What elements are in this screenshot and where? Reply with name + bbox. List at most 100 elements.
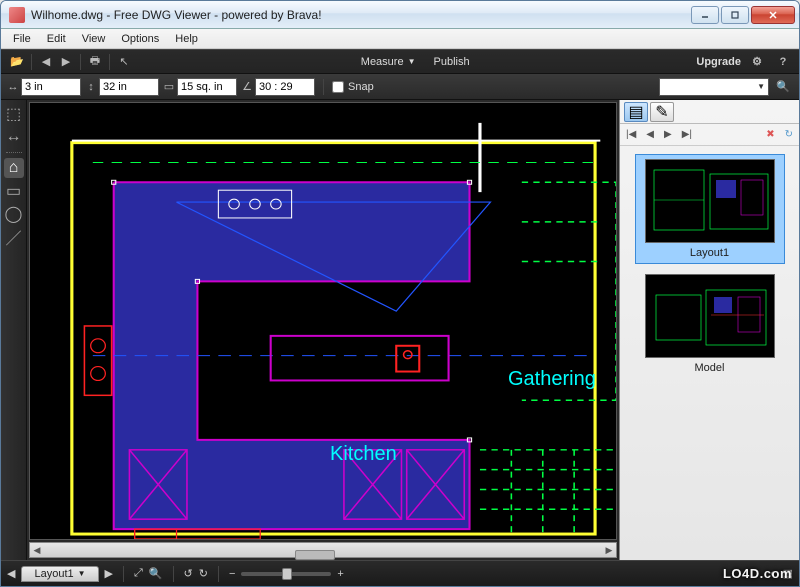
layout-next-icon[interactable]: ▶ <box>105 567 113 580</box>
app-icon <box>9 7 25 23</box>
zoom-slider-knob[interactable] <box>282 568 292 580</box>
nav-delete-icon[interactable]: ✖ <box>766 129 774 140</box>
tool-select-icon[interactable]: ⬚ <box>4 104 24 124</box>
height-field: ↕ <box>85 78 159 96</box>
canvas-wrap: Kitchen Gathering ◀ ▶ <box>27 100 619 560</box>
rotate-ccw-icon[interactable]: ↺ <box>184 567 193 580</box>
maximize-button[interactable] <box>721 6 749 24</box>
upgrade-link[interactable]: Upgrade <box>696 56 741 68</box>
zoom-window-icon[interactable]: 🔍 <box>149 567 163 580</box>
zoom-extents-icon[interactable]: ⤢ <box>134 567 143 580</box>
help-icon[interactable]: ? <box>773 53 793 71</box>
menu-file[interactable]: File <box>5 31 39 47</box>
tool-home-icon[interactable]: ⌂ <box>4 158 24 178</box>
thumb-label: Model <box>695 362 725 374</box>
minimize-button[interactable] <box>691 6 719 24</box>
snap-label: Snap <box>348 81 374 93</box>
tool-rect-icon[interactable]: ▭ <box>4 181 24 201</box>
scroll-thumb[interactable] <box>295 550 335 560</box>
label-kitchen: Kitchen <box>330 443 397 466</box>
separator <box>323 79 324 95</box>
canvas-horizontal-scrollbar[interactable]: ◀ ▶ <box>29 542 617 558</box>
separator <box>218 566 219 582</box>
nav-first-icon[interactable]: |◀ <box>626 129 636 140</box>
zoom-slider[interactable] <box>241 572 331 576</box>
separator <box>109 54 110 70</box>
open-icon[interactable]: 📂 <box>7 53 27 71</box>
settings-icon[interactable]: ⚙ <box>747 53 767 71</box>
layout-prev-icon[interactable]: ◀ <box>7 567 15 580</box>
width-input[interactable] <box>21 78 81 96</box>
window-title: Wilhome.dwg - Free DWG Viewer - powered … <box>31 8 689 22</box>
menu-view[interactable]: View <box>74 31 114 47</box>
chevron-down-icon: ▼ <box>754 82 768 91</box>
pointer-icon[interactable]: ↖ <box>114 53 134 71</box>
area-input[interactable] <box>177 78 237 96</box>
search-icon[interactable]: 🔍 <box>773 78 793 96</box>
separator <box>31 54 32 70</box>
left-tool-strip: ⬚ ↔ ⌂ ▭ ◯ ／ <box>1 100 27 560</box>
scroll-left-icon[interactable]: ◀ <box>30 543 44 557</box>
angle-icon: ∠ <box>241 81 253 93</box>
thumb-layout1[interactable]: Layout1 <box>635 154 785 264</box>
nav-back-icon[interactable]: ◀ <box>36 53 56 71</box>
angle-input[interactable] <box>255 78 315 96</box>
tool-line-icon[interactable]: ／ <box>4 227 24 247</box>
snap-checkbox-input[interactable] <box>332 81 344 93</box>
thumb-image <box>645 274 775 358</box>
area-icon: ▭ <box>163 81 175 93</box>
menu-help[interactable]: Help <box>167 31 206 47</box>
right-panel: ▤ ✎ |◀ ◀ ▶ ▶| ✖ ↻ <box>619 100 799 560</box>
layer-combo[interactable]: ▼ <box>659 78 769 96</box>
publish-menu[interactable]: Publish <box>434 56 470 68</box>
measure-menu[interactable]: Measure <box>361 56 404 68</box>
height-input[interactable] <box>99 78 159 96</box>
tool-circle-icon[interactable]: ◯ <box>4 204 24 224</box>
top-toolbar: 📂 ◀ ▶ 🖶 ↖ Measure ▼ Publish Upgrade ⚙ ? … <box>1 49 799 100</box>
tool-pan-icon[interactable]: ↔ <box>4 127 24 147</box>
separator <box>6 152 22 153</box>
thumb-model[interactable]: Model <box>635 270 785 378</box>
menu-options[interactable]: Options <box>113 31 167 47</box>
thumb-label: Layout1 <box>690 247 729 259</box>
separator <box>80 54 81 70</box>
height-icon: ↕ <box>85 81 97 93</box>
separator <box>173 566 174 582</box>
zoom-out-icon[interactable]: − <box>229 568 235 580</box>
close-button[interactable] <box>751 6 795 24</box>
menu-caret-icon: ▼ <box>408 57 416 66</box>
nav-prev-icon[interactable]: ◀ <box>646 129 654 140</box>
chevron-down-icon: ▼ <box>78 569 86 578</box>
toolbar-row-2: ↔ ↕ ▭ ∠ Snap ▼ 🔍 <box>1 74 799 100</box>
scroll-right-icon[interactable]: ▶ <box>602 543 616 557</box>
separator <box>123 566 124 582</box>
bottom-bar: ◀ Layout1 ▼ ▶ ⤢ 🔍 ↺ ↻ − + ◐ ▦ <box>1 560 799 586</box>
drawing-canvas[interactable]: Kitchen Gathering <box>29 102 617 540</box>
main-area: ⬚ ↔ ⌂ ▭ ◯ ／ <box>1 100 799 560</box>
nav-next-icon[interactable]: ▶ <box>664 129 672 140</box>
right-panel-tabs: ▤ ✎ <box>620 100 799 124</box>
area-field: ▭ <box>163 78 237 96</box>
tab-pages-icon[interactable]: ▤ <box>624 102 648 122</box>
print-icon[interactable]: 🖶 <box>85 53 105 71</box>
layout-tab[interactable]: Layout1 ▼ <box>21 566 98 582</box>
menu-edit[interactable]: Edit <box>39 31 74 47</box>
width-icon: ↔ <box>7 81 19 93</box>
titlebar[interactable]: Wilhome.dwg - Free DWG Viewer - powered … <box>1 1 799 29</box>
snap-checkbox[interactable]: Snap <box>332 81 374 93</box>
menubar: File Edit View Options Help <box>1 29 799 49</box>
thumb-nav: |◀ ◀ ▶ ▶| ✖ ↻ <box>620 124 799 146</box>
label-gathering: Gathering <box>508 368 596 391</box>
layout-tab-label: Layout1 <box>34 568 73 580</box>
drawing-svg <box>30 103 616 539</box>
nav-forward-icon[interactable]: ▶ <box>56 53 76 71</box>
zoom-in-icon[interactable]: + <box>337 568 343 580</box>
watermark: LO4D.com <box>723 566 792 581</box>
toolbar-right: Upgrade ⚙ ? <box>696 53 793 71</box>
nav-refresh-icon[interactable]: ↻ <box>785 129 793 140</box>
width-field: ↔ <box>7 78 81 96</box>
rotate-cw-icon[interactable]: ↻ <box>199 567 208 580</box>
window-buttons <box>689 6 795 24</box>
tab-markup-icon[interactable]: ✎ <box>650 102 674 122</box>
nav-last-icon[interactable]: ▶| <box>682 129 692 140</box>
